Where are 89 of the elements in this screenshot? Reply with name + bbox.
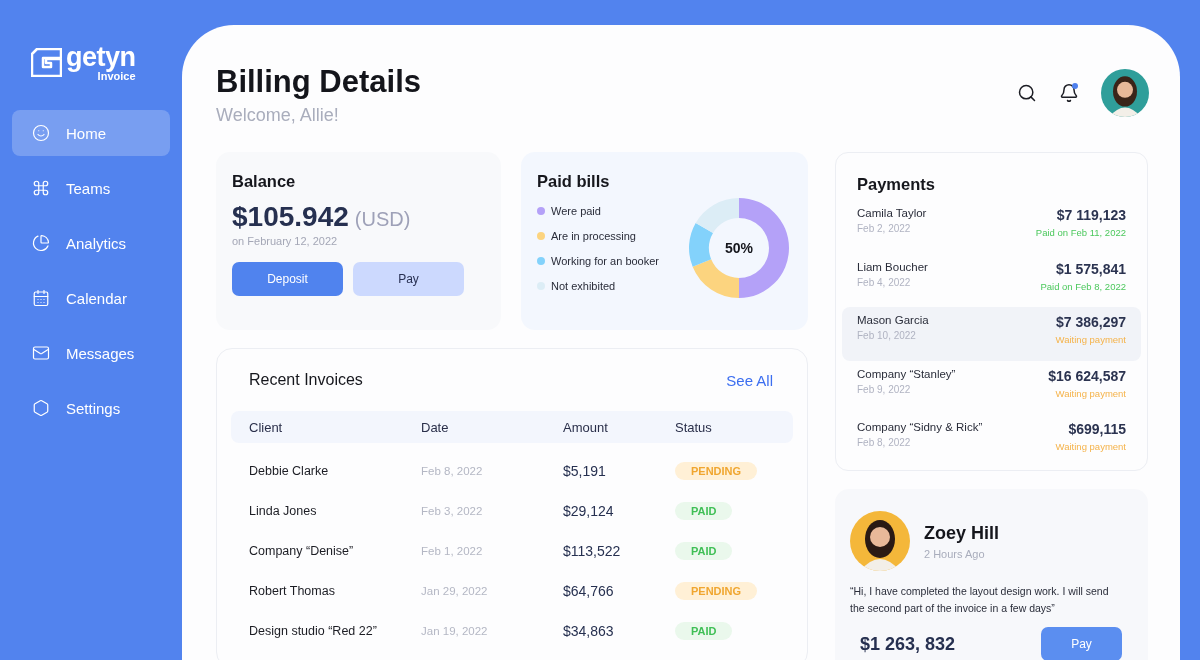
mail-icon — [32, 344, 50, 362]
payment-status: Waiting payment — [1055, 387, 1126, 399]
see-all-link[interactable]: See All — [726, 371, 773, 389]
payer-name: Camila Taylor — [857, 207, 927, 219]
payment-date: Feb 4, 2022 — [857, 276, 911, 288]
deposit-button[interactable]: Deposit — [232, 262, 343, 296]
balance-amount: $105.942 — [232, 201, 349, 233]
payer-name: Company “Sidny & Rick” — [857, 421, 983, 433]
column-header: Date — [421, 419, 450, 435]
balance-date: on February 12, 2022 — [232, 235, 339, 247]
table-cell-text: $29,124 — [563, 503, 615, 519]
logo-icon — [31, 48, 62, 77]
legend-label: Not exhibited — [551, 279, 616, 292]
table-cell-text: Linda Jones — [249, 504, 318, 518]
payment-row[interactable]: Mason Garcia Feb 10, 2022 $7 386,297 Waiting payment — [842, 307, 1141, 361]
table-cell-text: Company “Denise” — [249, 544, 355, 558]
column-header: Amount — [563, 419, 609, 435]
table-cell-text: $34,863 — [563, 623, 615, 639]
payer-name: Company “Stanley” — [857, 367, 956, 380]
brand-name: getyn — [66, 42, 136, 72]
legend-label: Are in processing — [551, 229, 636, 242]
currency-label: (USD) — [354, 208, 411, 231]
table-cell-text: Feb 3, 2022 — [421, 505, 484, 517]
nav-item[interactable]: Teams — [12, 165, 170, 211]
table-cell-text: Debbie Clarke — [249, 464, 330, 478]
table-cell-text: Feb 1, 2022 — [421, 545, 484, 557]
card-title: Recent Invoices — [249, 371, 363, 389]
nav-item[interactable]: Messages — [12, 330, 170, 376]
nav-item[interactable]: Analytics — [12, 220, 170, 266]
payment-row[interactable]: Company “Stanley” Feb 9, 2022 $16 624,587 Waiting payment — [842, 360, 1141, 414]
payment-amount: $7 386,297 — [1055, 314, 1126, 330]
status-badge: PAID — [675, 622, 733, 640]
donut-center-label: 50% — [725, 240, 753, 256]
legend-label: Working for an booker — [551, 254, 660, 267]
column-header: Client — [249, 419, 284, 435]
payment-status: Waiting payment — [1055, 441, 1126, 452]
table-cell-text: Jan 29, 2022 — [421, 585, 489, 597]
payment-amount: $699,115 — [1068, 421, 1126, 437]
pay-button[interactable]: Pay — [353, 262, 464, 296]
sender-name: Zoey Hill — [924, 522, 999, 544]
status-badge: PAID — [675, 542, 733, 560]
nav-item[interactable]: Calendar — [12, 275, 170, 321]
pay-button[interactable]: Pay — [1041, 627, 1122, 660]
command-icon — [32, 179, 50, 197]
nav-item[interactable]: Home — [12, 110, 170, 156]
payer-name: Liam Boucher — [857, 260, 928, 273]
table-cell-text: $113,522 — [563, 543, 622, 559]
table-cell-text: $64,766 — [563, 583, 615, 599]
payment-status: Paid on Feb 11, 2022 — [1035, 227, 1126, 238]
card-title: Balance — [232, 172, 297, 191]
table-cell-text: Jan 19, 2022 — [421, 625, 489, 637]
payer-name: Mason Garcia — [857, 314, 929, 326]
payment-status: Paid on Feb 8, 2022 — [1040, 280, 1126, 292]
message-amount: $1 263, 832 — [860, 633, 956, 655]
table-cell-text: Design studio “Red 22” — [249, 624, 378, 638]
status-badge: PENDING — [675, 582, 758, 600]
search-icon[interactable] — [1017, 83, 1037, 103]
legend-label: Were paid — [551, 204, 601, 217]
payment-amount: $1 575,841 — [1055, 260, 1126, 277]
payment-date: Feb 2, 2022 — [857, 223, 911, 234]
payment-row[interactable]: Camila Taylor Feb 2, 2022 $7 119,123 Paid on Feb 11, 2022 — [842, 200, 1141, 254]
card-title: Paid bills — [537, 172, 611, 191]
pie-chart-icon — [32, 234, 50, 252]
payment-date: Feb 10, 2022 — [857, 330, 916, 341]
table-cell-text: Feb 8, 2022 — [421, 465, 484, 477]
card-title: Payments — [857, 175, 936, 194]
page-title: Billing Details — [216, 63, 421, 101]
status-badge: PAID — [675, 502, 733, 520]
payment-date: Feb 8, 2022 — [857, 437, 911, 448]
payment-amount: $16 624,587 — [1048, 367, 1126, 384]
payment-date: Feb 9, 2022 — [857, 383, 911, 395]
nav-item[interactable]: Settings — [12, 385, 170, 431]
payment-row[interactable]: Liam Boucher Feb 4, 2022 $1 575,841 Paid on Feb 8, 2022 — [842, 253, 1141, 307]
payment-amount: $7 119,123 — [1056, 207, 1126, 223]
payment-row[interactable]: Company “Sidny & Rick” Feb 8, 2022 $699,115 Waiting payment — [842, 414, 1141, 468]
bell-icon[interactable] — [1059, 83, 1079, 103]
table-cell-text: $5,191 — [563, 463, 607, 479]
message-text: “Hi, I have completed the layout design work. I will send the second part of the invoice in a few days” — [850, 584, 1110, 616]
user-avatar — [1101, 69, 1149, 117]
message-time: 2 Hours Ago — [924, 547, 985, 560]
calendar-icon — [32, 289, 50, 307]
payment-status: Waiting payment — [1055, 334, 1126, 345]
status-badge: PENDING — [675, 462, 758, 480]
column-header: Status — [675, 419, 713, 435]
hexagon-icon — [32, 399, 50, 417]
sender-avatar — [850, 511, 910, 571]
table-cell-text: Robert Thomas — [249, 584, 336, 598]
welcome-text: Welcome, Allie! — [216, 105, 340, 126]
smile-icon — [32, 124, 50, 142]
